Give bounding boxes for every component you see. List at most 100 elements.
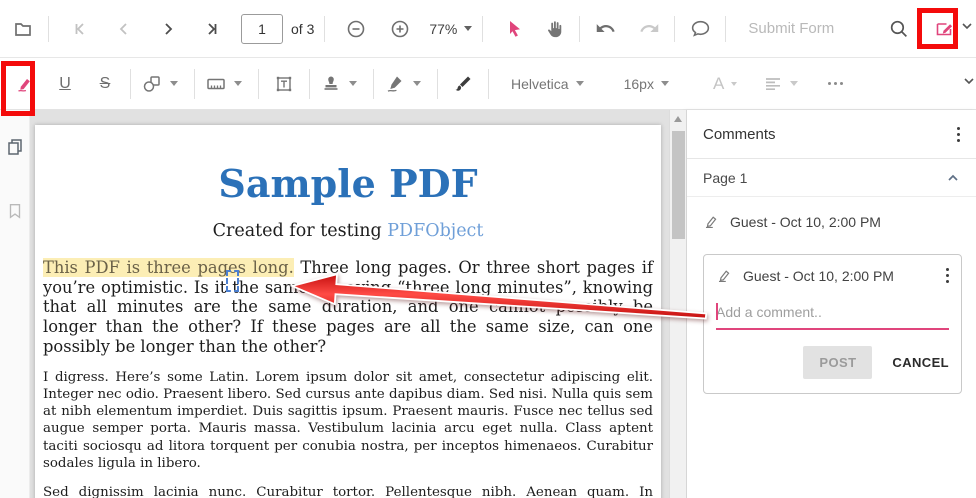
style-brush-button[interactable] [448,67,478,101]
chevron-up-icon [948,174,958,181]
toolbar-overflow-chevron[interactable] [959,18,975,39]
prev-page-button[interactable] [109,12,139,46]
page-section-header[interactable]: Page 1 [687,159,976,197]
toolbar-collapse-chevron[interactable] [961,73,976,94]
comment-input[interactable] [716,300,949,330]
ellipsis-icon [827,82,843,85]
chevron-down-icon [349,81,357,86]
font-family-dropdown[interactable]: Helvetica [511,76,584,92]
bookmark-icon [9,204,20,219]
input-caret [716,303,718,320]
comment-item[interactable]: Guest - Oct 10, 2:00 PM [687,197,976,236]
zoom-level-dropdown[interactable]: 77% [429,20,473,37]
folder-icon [15,22,31,36]
chevron-down-icon [170,81,178,86]
underline-tool-button[interactable]: U [50,67,80,101]
text-selection-caret [226,270,239,292]
comment-input-wrap [716,300,949,330]
kebab-menu-icon[interactable] [946,268,949,283]
highlighter-icon [18,78,30,92]
toolbar-right-group [883,12,972,46]
annotation-edit-button[interactable] [929,12,959,46]
undo-button[interactable] [590,12,620,46]
last-page-icon [208,22,217,35]
scrollbar-thumb[interactable] [672,131,685,239]
signature-tool-dropdown[interactable] [384,73,421,95]
highlight-tool-button[interactable] [10,67,40,101]
comments-panel-header: Comments [687,110,976,159]
speech-bubble-icon [691,20,710,37]
next-page-button[interactable] [153,12,183,46]
undo-icon [596,24,615,32]
text-color-dropdown[interactable]: A [713,74,738,94]
thumbnails-panel-button[interactable] [8,12,38,46]
divider [130,68,131,99]
divider [373,68,374,99]
page-thumbnails-tab[interactable] [4,136,26,158]
pdfobject-link[interactable]: PDFObject [387,221,483,241]
chevron-down-icon [962,23,972,30]
document-scrollbar[interactable] [669,110,686,498]
search-icon [890,20,907,37]
first-page-button[interactable] [65,12,95,46]
post-button[interactable]: POST [803,346,873,379]
highlight-annotation[interactable]: This PDF is three pages long. [43,258,294,277]
zoom-in-button[interactable] [385,12,415,46]
highlight-annotation-icon [718,270,730,283]
zoom-out-icon [348,20,365,37]
main-area: Sample PDF Created for testing PDFObject… [0,110,976,498]
last-page-button[interactable] [197,12,227,46]
paintbrush-icon [455,76,471,91]
divider [324,15,326,42]
zoom-out-button[interactable] [341,12,371,46]
chevron-down-icon [660,81,669,86]
zoom-level-label: 77% [429,20,458,37]
page-count-label: of 3 [291,20,315,37]
document-viewer[interactable]: Sample PDF Created for testing PDFObject… [30,110,686,498]
free-text-tool-button[interactable] [269,67,299,101]
divider [482,15,484,42]
divider [674,15,676,42]
submit-form-button[interactable]: Submit Form [748,20,834,37]
strikethrough-tool-button[interactable]: S [90,67,120,101]
text-align-dropdown[interactable] [763,74,799,94]
select-tool-button[interactable] [499,12,529,46]
redo-button[interactable] [634,12,664,46]
hand-icon [548,20,562,37]
divider [194,68,195,99]
comment-tool-button[interactable] [685,12,715,46]
first-page-icon [75,22,84,35]
pan-tool-button[interactable] [539,12,569,46]
pdf-page[interactable]: Sample PDF Created for testing PDFObject… [35,125,661,498]
chevron-down-icon [964,78,974,85]
more-options-button[interactable] [820,67,850,101]
page-number-input[interactable] [241,13,283,44]
divider [488,68,489,99]
divider [48,15,49,42]
bookmarks-tab[interactable] [4,200,26,222]
scroll-up-arrow-icon[interactable] [674,116,682,122]
redo-icon [640,24,659,32]
search-button[interactable] [883,12,913,46]
font-size-dropdown[interactable]: 16px [624,76,669,92]
comment-author: Guest - Oct 10, 2:00 PM [730,213,881,230]
measure-tool-dropdown[interactable] [205,73,242,95]
top-toolbar: of 3 77% Submit Form [0,0,976,58]
divider [579,15,581,42]
highlight-annotation-icon [705,216,717,229]
divider [258,68,259,99]
shape-tool-dropdown[interactable] [141,73,178,95]
chevron-left-icon [119,22,127,35]
divider [437,68,438,99]
pdf-viewer-app: of 3 77% Submit Form [0,0,976,498]
annotation-toolbar: U S Helvetica 16px A [0,58,976,110]
chevron-down-icon [413,81,421,86]
chevron-right-icon [165,22,173,35]
stamp-tool-dropdown[interactable] [320,73,357,95]
kebab-menu-icon[interactable] [957,126,960,142]
active-comment-card[interactable]: Guest - Oct 10, 2:00 PM POST CANCEL [703,254,962,394]
divider [309,68,310,99]
font-size-value: 16px [623,75,654,92]
chevron-down-icon [464,26,473,31]
cancel-button[interactable]: CANCEL [892,355,949,370]
